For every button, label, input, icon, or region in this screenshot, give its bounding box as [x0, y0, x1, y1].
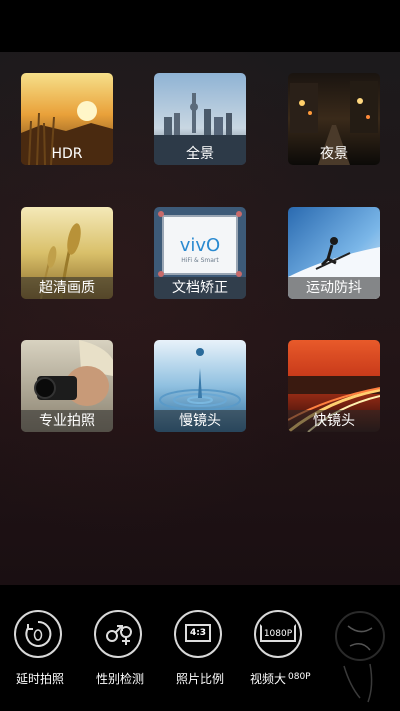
mode-label: 文档矫正: [154, 277, 246, 299]
mode-hdr[interactable]: HDR: [21, 73, 113, 165]
top-black-bar: [0, 0, 400, 52]
mode-ultra-hd[interactable]: 超清画质: [21, 207, 113, 299]
mode-grid-panel: HDR 全景 夜景 超清画质 vivO HiFi & Smart 文档矫正 运动…: [0, 52, 400, 585]
mode-label: HDR: [51, 146, 83, 162]
gender-button-ring: [94, 610, 142, 658]
corner-handle: [236, 211, 242, 217]
mode-label: 运动防抖: [288, 277, 380, 299]
mode-label: 专业拍照: [21, 410, 113, 432]
vivo-logo: vivO: [179, 235, 221, 256]
control-label: 性别检测: [95, 672, 144, 686]
mode-label: 快镜头: [288, 410, 380, 432]
mode-slow-motion[interactable]: 慢镜头: [154, 340, 246, 432]
video-size-overlap-text: 080P: [288, 672, 311, 682]
vivo-tagline: HiFi & Smart: [181, 257, 219, 264]
aspect-ratio-button-ring: 4:3: [174, 610, 222, 658]
gender-detect-button[interactable]: 性别检测: [80, 610, 160, 705]
timer-icon: [25, 620, 52, 647]
mode-label: 超清画质: [21, 277, 113, 299]
mode-label: 全景: [186, 146, 214, 162]
gender-icon: [106, 625, 132, 645]
mode-label: 夜景: [320, 146, 348, 162]
video-size-button[interactable]: 1080P 视频大 080P: [240, 610, 320, 705]
video-size-button-ring: 1080P: [254, 610, 302, 658]
mode-stabilization[interactable]: 运动防抖: [288, 207, 380, 299]
control-label: 延时拍照: [15, 672, 64, 686]
mode-panorama[interactable]: 全景: [154, 73, 246, 165]
mode-document-correction[interactable]: vivO HiFi & Smart 文档矫正: [154, 207, 246, 299]
video-resolution-icon: 1080P: [260, 624, 296, 642]
mode-night[interactable]: 夜景: [288, 73, 380, 165]
mode-professional[interactable]: 专业拍照: [21, 340, 113, 432]
mode-label: 慢镜头: [154, 410, 246, 432]
aspect-ratio-icon: 4:3: [185, 624, 211, 642]
corner-handle: [158, 211, 164, 217]
mode-fast-motion[interactable]: 快镜头: [288, 340, 380, 432]
timer-button-ring: [14, 610, 62, 658]
scribble-icon: [335, 611, 385, 703]
timer-button[interactable]: 延时拍照: [0, 610, 80, 705]
aspect-ratio-button[interactable]: 4:3 照片比例: [160, 610, 240, 705]
